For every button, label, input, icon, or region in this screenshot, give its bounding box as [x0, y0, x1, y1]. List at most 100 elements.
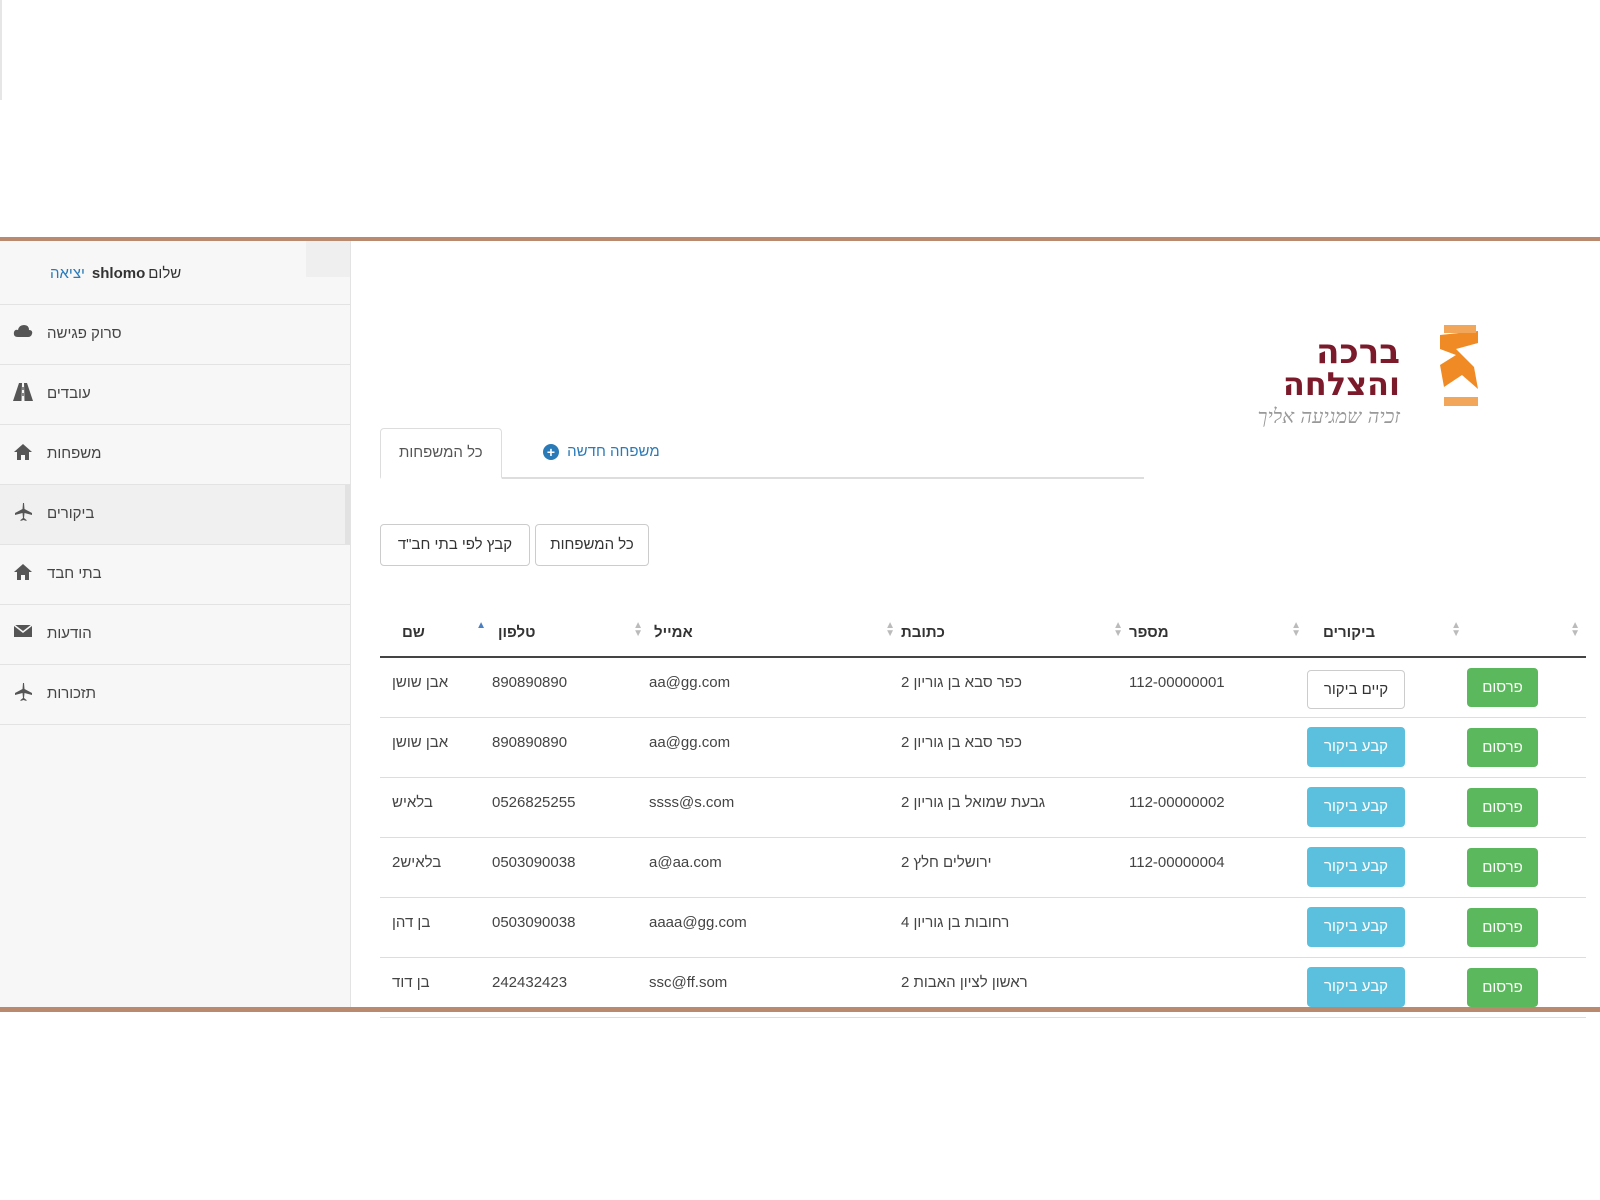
set-visit-button[interactable]: קבע ביקור	[1307, 847, 1405, 887]
cell-text: 112-00000001	[1129, 674, 1225, 691]
column-header-name[interactable]: שם ▲	[380, 610, 492, 658]
set-visit-button[interactable]: קבע ביקור	[1307, 787, 1405, 827]
tab-new-family-label: משפחה חדשה	[567, 443, 660, 460]
cell-actions: פרסום	[1467, 837, 1586, 898]
sidebar-item-label: תזכורות	[47, 685, 96, 702]
column-header-label: טלפון	[498, 624, 536, 641]
sidebar-item-label: משפחות	[47, 445, 102, 462]
window-edge	[0, 0, 2, 100]
column-header-email[interactable]: אמייל ▲ ▼	[649, 610, 901, 658]
cell-visits: קבע ביקור	[1307, 717, 1467, 778]
publish-button[interactable]: פרסום	[1467, 908, 1538, 947]
sidebar-item-scan-meeting[interactable]: סרוק פגישה	[0, 305, 350, 365]
cell-text: בן דהן	[392, 914, 431, 931]
cell-text: בלאיש	[392, 794, 433, 811]
column-header-visits[interactable]: ביקורים ▲ ▼	[1307, 610, 1467, 658]
table-header-row: שם ▲ טלפון ▲ ▼ אמייל ▲ ▼ כתובת ▲ ▼ מספר ▲ ▼ ביקור…	[380, 610, 1586, 658]
column-header-label: שם	[402, 624, 425, 641]
sidebar-item-chabad-houses[interactable]: בתי חבד	[0, 545, 350, 605]
visit-exists-button[interactable]: קיים ביקור	[1307, 670, 1405, 709]
sidebar-item-messages[interactable]: הודעות	[0, 605, 350, 665]
cell-phone: 890890890	[492, 717, 649, 778]
cell-text: 112-00000002	[1129, 794, 1225, 811]
cell-number: 112-00000002	[1129, 777, 1307, 838]
brand-logo: ברכה והצלחה זכיה שמגיעה אליך	[1240, 325, 1510, 455]
sort-icon: ▲ ▼	[885, 620, 895, 639]
logo-tagline: זכיה שמגיעה אליך	[1258, 404, 1401, 428]
column-header-actions[interactable]: ▲ ▼	[1467, 610, 1586, 658]
sidebar-item-families[interactable]: משפחות	[0, 425, 350, 485]
column-header-address[interactable]: כתובת ▲ ▼	[901, 610, 1129, 658]
logout-link[interactable]: יציאה	[50, 265, 85, 282]
column-header-number[interactable]: מספר ▲ ▼	[1129, 610, 1307, 658]
cell-visits: קבע ביקור	[1307, 837, 1467, 898]
set-visit-button[interactable]: קבע ביקור	[1307, 967, 1405, 1007]
cell-address: כפר סבא בן גוריון 2	[901, 657, 1129, 718]
publish-button[interactable]: פרסום	[1467, 968, 1538, 1007]
cell-number: 112-00000004	[1129, 837, 1307, 898]
column-header-label: כתובת	[901, 624, 945, 641]
plane-icon	[13, 683, 33, 703]
road-icon	[13, 383, 33, 403]
cell-text: גבעת שמואל בן גוריון 2	[901, 794, 1046, 811]
cell-text: 0526825255	[492, 794, 576, 811]
tab-all-families[interactable]: כל המשפחות	[380, 428, 502, 479]
sidebar-item-label: בתי חבד	[47, 565, 102, 582]
cell-email: a@aa.com	[649, 837, 901, 898]
publish-button[interactable]: פרסום	[1467, 728, 1538, 767]
cell-actions: פרסום	[1467, 897, 1586, 958]
sidebar-item-visits[interactable]: ביקורים	[0, 485, 350, 545]
publish-button[interactable]: פרסום	[1467, 668, 1538, 707]
plus-circle-icon: +	[543, 444, 559, 460]
tab-new-family[interactable]: + משפחה חדשה	[525, 428, 678, 476]
publish-button[interactable]: פרסום	[1467, 848, 1538, 887]
sort-icon: ▲ ▼	[1113, 620, 1123, 639]
cell-email: aa@gg.com	[649, 717, 901, 778]
table-row: בלאיש 0526825255 ssss@s.com גבעת שמואל ב…	[380, 777, 1586, 838]
cell-text: 890890890	[492, 674, 568, 691]
cell-address: גבעת שמואל בן גוריון 2	[901, 777, 1129, 838]
group-by-chabad-button[interactable]: קבץ לפי בתי חב"ד	[380, 524, 530, 566]
logo-mark-icon	[1440, 325, 1478, 406]
cell-text: 890890890	[492, 734, 568, 751]
cell-actions: פרסום	[1467, 657, 1586, 718]
cell-phone: 890890890	[492, 657, 649, 718]
families-table: שם ▲ טלפון ▲ ▼ אמייל ▲ ▼ כתובת ▲ ▼ מספר ▲ ▼ ביקור…	[380, 610, 1586, 1018]
cell-visits: קבע ביקור	[1307, 897, 1467, 958]
table-row: בלאיש2 0503090038 a@aa.com ירושלים חלץ 2…	[380, 837, 1586, 898]
cell-text: ראשון לציון האבות 2	[901, 974, 1028, 991]
username: shlomo	[91, 265, 146, 282]
cell-name: בלאיש2	[380, 837, 492, 898]
sort-icon: ▲ ▼	[1291, 620, 1301, 639]
cell-actions: פרסום	[1467, 777, 1586, 838]
cell-actions: פרסום	[1467, 717, 1586, 778]
sidebar-item-reminders[interactable]: תזכורות	[0, 665, 350, 725]
table-row: אבן שושן 890890890 aa@gg.com כפר סבא בן …	[380, 717, 1586, 778]
cell-text: ssc@ff.som	[649, 974, 728, 991]
column-header-phone[interactable]: טלפון ▲ ▼	[492, 610, 649, 658]
column-header-label: מספר	[1129, 624, 1169, 641]
frame-bottom-border	[0, 1007, 1600, 1012]
cell-text: בלאיש2	[392, 854, 442, 871]
cell-email: ssss@s.com	[649, 777, 901, 838]
cell-name: אבן שושן	[380, 717, 492, 778]
sidebar-item-label: ביקורים	[47, 505, 95, 522]
set-visit-button[interactable]: קבע ביקור	[1307, 907, 1405, 947]
cell-email: aa@gg.com	[649, 657, 901, 718]
cell-text: ssss@s.com	[649, 794, 735, 811]
cell-text: אבן שושן	[392, 734, 449, 751]
sidebar-item-label: עובדים	[47, 385, 91, 402]
families-tabs: כל המשפחות + משפחה חדשה	[380, 428, 1144, 479]
set-visit-button[interactable]: קבע ביקור	[1307, 727, 1405, 767]
cell-text: 112-00000004	[1129, 854, 1225, 871]
sort-icon: ▲ ▼	[1451, 620, 1461, 639]
cell-text: רחובות בן גוריון 4	[901, 914, 1010, 931]
cell-text: aa@gg.com	[649, 734, 731, 751]
sidebar-item-employees[interactable]: עובדים	[0, 365, 350, 425]
logo-line2: והצלחה	[1283, 365, 1400, 403]
publish-button[interactable]: פרסום	[1467, 788, 1538, 827]
all-families-button[interactable]: כל המשפחות	[535, 524, 649, 566]
cell-phone: 0503090038	[492, 897, 649, 958]
cell-visits: קבע ביקור	[1307, 777, 1467, 838]
table-body: אבן שושן 890890890 aa@gg.com כפר סבא בן …	[380, 657, 1586, 1018]
